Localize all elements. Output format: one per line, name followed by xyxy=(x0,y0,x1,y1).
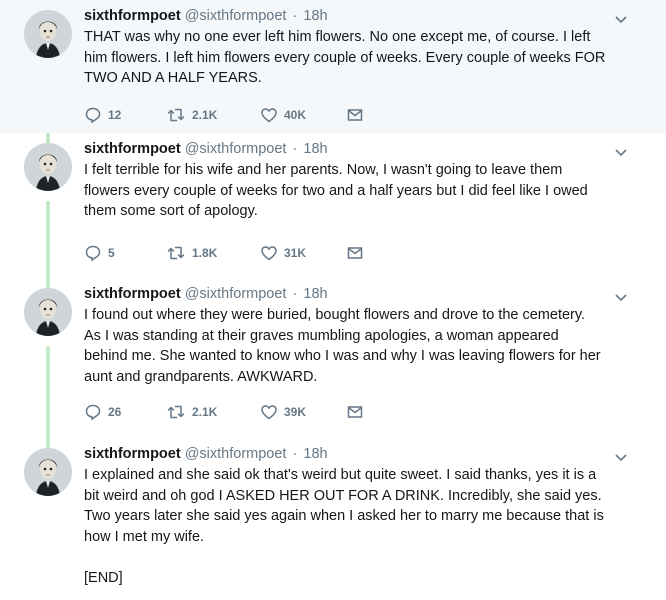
like-button[interactable]: 39K xyxy=(260,402,306,422)
retweet-icon xyxy=(166,244,186,262)
direct-message-button[interactable] xyxy=(346,402,364,422)
retweet-count: 2.1K xyxy=(192,405,218,419)
retweet-icon xyxy=(166,403,186,421)
reply-icon xyxy=(84,244,102,262)
display-name[interactable]: sixthformpoet xyxy=(84,286,181,302)
chevron-down-icon[interactable] xyxy=(614,12,628,24)
tweet[interactable]: sixthformpoet @sixthformpoet · 18h THAT … xyxy=(0,0,666,133)
chevron-down-icon[interactable] xyxy=(614,450,628,462)
reply-count: 5 xyxy=(108,246,115,260)
heart-icon xyxy=(260,244,278,262)
separator: · xyxy=(292,141,298,157)
display-name[interactable]: sixthformpoet xyxy=(84,8,181,24)
tweet-content: sixthformpoet @sixthformpoet · 18h I fou… xyxy=(84,284,624,387)
timestamp[interactable]: 18h xyxy=(303,286,327,302)
user-handle[interactable]: @sixthformpoet xyxy=(185,8,287,24)
reply-button[interactable]: 12 xyxy=(84,105,121,125)
tweet-thread: sixthformpoet @sixthformpoet · 18h THAT … xyxy=(0,0,666,600)
envelope-icon xyxy=(346,244,364,262)
user-handle[interactable]: @sixthformpoet xyxy=(185,286,287,302)
chevron-down-icon[interactable] xyxy=(614,290,628,302)
avatar[interactable] xyxy=(24,288,72,336)
retweet-count: 2.1K xyxy=(192,108,218,122)
like-button[interactable]: 31K xyxy=(260,243,306,263)
direct-message-button[interactable] xyxy=(346,105,364,125)
envelope-icon xyxy=(346,106,364,124)
tweet[interactable]: sixthformpoet @sixthformpoet · 18h I fel… xyxy=(0,133,666,278)
timestamp[interactable]: 18h xyxy=(303,446,327,462)
reply-icon xyxy=(84,403,102,421)
like-count: 39K xyxy=(284,405,307,419)
tweet[interactable]: sixthformpoet @sixthformpoet · 18h I exp… xyxy=(0,438,666,600)
tweet-header: sixthformpoet @sixthformpoet · 18h xyxy=(84,6,624,26)
retweet-button[interactable]: 2.1K xyxy=(166,402,217,422)
reply-button[interactable]: 26 xyxy=(84,402,121,422)
tweet-text: I found out where they were buried, boug… xyxy=(84,307,601,385)
reply-button[interactable]: 5 xyxy=(84,243,115,263)
user-handle[interactable]: @sixthformpoet xyxy=(185,446,287,462)
timestamp[interactable]: 18h xyxy=(303,8,327,24)
reply-count: 26 xyxy=(108,405,122,419)
direct-message-button[interactable] xyxy=(346,243,364,263)
tweet-header: sixthformpoet @sixthformpoet · 18h xyxy=(84,139,624,159)
user-handle[interactable]: @sixthformpoet xyxy=(185,141,287,157)
display-name[interactable]: sixthformpoet xyxy=(84,141,181,157)
retweet-button[interactable]: 1.8K xyxy=(166,243,217,263)
tweet-content: sixthformpoet @sixthformpoet · 18h I fel… xyxy=(84,139,624,222)
tweet-header: sixthformpoet @sixthformpoet · 18h xyxy=(84,284,624,304)
envelope-icon xyxy=(346,403,364,421)
separator: · xyxy=(292,446,298,462)
retweet-icon xyxy=(166,106,186,124)
chevron-down-icon[interactable] xyxy=(614,145,628,157)
tweet-text: I felt terrible for his wife and her par… xyxy=(84,162,588,219)
like-count: 40K xyxy=(284,108,307,122)
tweet-text: I explained and she said ok that's weird… xyxy=(84,467,604,586)
heart-icon xyxy=(260,403,278,421)
like-button[interactable]: 40K xyxy=(260,105,306,125)
tweet-content: sixthformpoet @sixthformpoet · 18h THAT … xyxy=(84,6,624,89)
reply-count: 12 xyxy=(108,108,122,122)
retweet-count: 1.8K xyxy=(192,246,218,260)
separator: · xyxy=(292,286,298,302)
heart-icon xyxy=(260,106,278,124)
avatar[interactable] xyxy=(24,10,72,58)
tweet-header: sixthformpoet @sixthformpoet · 18h xyxy=(84,444,624,464)
tweet-text: THAT was why no one ever left him flower… xyxy=(84,29,606,86)
timestamp[interactable]: 18h xyxy=(303,141,327,157)
tweet-content: sixthformpoet @sixthformpoet · 18h I exp… xyxy=(84,444,624,588)
retweet-button[interactable]: 2.1K xyxy=(166,105,217,125)
separator: · xyxy=(292,8,298,24)
like-count: 31K xyxy=(284,246,307,260)
avatar[interactable] xyxy=(24,143,72,191)
reply-icon xyxy=(84,106,102,124)
avatar[interactable] xyxy=(24,448,72,496)
display-name[interactable]: sixthformpoet xyxy=(84,446,181,462)
tweet[interactable]: sixthformpoet @sixthformpoet · 18h I fou… xyxy=(0,278,666,438)
